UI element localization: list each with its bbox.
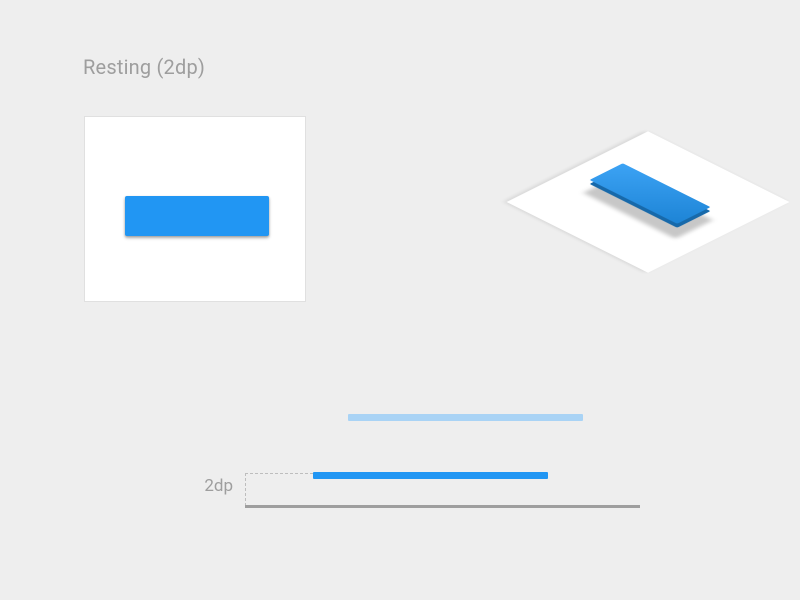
side-background-bar (348, 414, 583, 421)
diagram-title: Resting (2dp) (83, 55, 205, 79)
elevation-guide-vertical (245, 473, 246, 506)
side-elevation-view: 2dp (245, 378, 645, 508)
side-raised-bar (313, 472, 548, 479)
front-view-raised-button (125, 196, 269, 236)
side-baseline (245, 505, 640, 508)
front-view-surface (84, 116, 306, 302)
elevation-label: 2dp (204, 476, 233, 496)
isometric-view (373, 102, 723, 322)
elevation-guide-horizontal (245, 473, 313, 474)
